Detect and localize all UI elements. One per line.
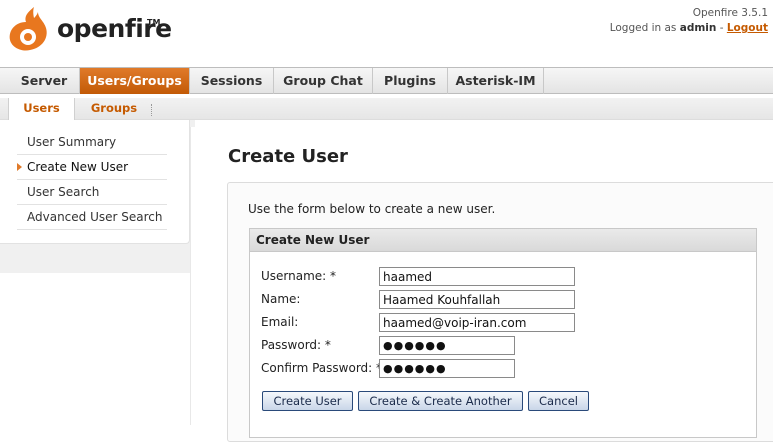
subtab-divider (151, 104, 152, 116)
tab-plugins[interactable]: Plugins (373, 68, 448, 94)
login-status: Logged in as admin - Logout (610, 22, 768, 34)
sub-nav: Users Groups (0, 95, 773, 120)
sidebar-item-user-summary[interactable]: User Summary (17, 130, 167, 155)
logout-link[interactable]: Logout (727, 22, 768, 34)
subtab-groups[interactable]: Groups (78, 98, 150, 120)
logged-in-prefix: Logged in as (609, 22, 677, 34)
tab-users-groups[interactable]: Users/Groups (80, 68, 190, 94)
main-nav: Server Users/Groups Sessions Group Chat … (0, 67, 773, 94)
sidebar-item-advanced-user-search[interactable]: Advanced User Search (17, 205, 167, 230)
tab-server[interactable]: Server (9, 68, 80, 94)
sidebar-item-label: Advanced User Search (27, 210, 163, 224)
tab-group-chat[interactable]: Group Chat (274, 68, 373, 94)
login-separator: - (719, 22, 724, 34)
username-field[interactable] (379, 267, 575, 286)
confirm-password-field[interactable] (379, 359, 515, 378)
panel-title: Create New User (250, 229, 756, 252)
create-and-create-another-button[interactable]: Create & Create Another (358, 391, 523, 411)
confirm-password-label: Confirm Password: * (261, 361, 383, 375)
sidebar-menu: User Summary Create New User User Search… (0, 120, 190, 244)
sidebar-item-user-search[interactable]: User Search (17, 180, 167, 205)
page-title: Create User (228, 146, 348, 167)
cancel-button[interactable]: Cancel (528, 391, 589, 411)
logged-in-username: admin (679, 22, 717, 34)
email-field[interactable] (379, 313, 575, 332)
header: openfire TM Openfire 3.5.1 Logged in as … (0, 0, 773, 67)
openfire-logo-icon (9, 7, 47, 51)
tab-asterisk-im[interactable]: Asterisk-IM (448, 68, 544, 94)
email-label: Email: (261, 315, 299, 329)
password-field[interactable] (379, 336, 515, 355)
form-intro-text: Use the form below to create a new user. (248, 202, 496, 216)
sidebar: User Summary Create New User User Search… (0, 120, 195, 273)
subtab-users[interactable]: Users (8, 98, 75, 120)
sidebar-item-label: Create New User (27, 160, 129, 174)
logo-trademark: TM (147, 18, 161, 27)
tab-sessions[interactable]: Sessions (190, 68, 274, 94)
name-field[interactable] (379, 290, 575, 309)
sidebar-item-label: User Summary (27, 135, 117, 149)
sidebar-item-create-new-user[interactable]: Create New User (17, 155, 167, 180)
name-label: Name: (261, 292, 301, 306)
password-label: Password: * (261, 338, 331, 352)
create-user-button[interactable]: Create User (262, 391, 353, 411)
version-label: Openfire 3.5.1 (692, 7, 768, 19)
sidebar-item-label: User Search (27, 185, 100, 199)
orange-arrow-icon (17, 163, 22, 171)
username-label: Username: * (261, 269, 337, 283)
